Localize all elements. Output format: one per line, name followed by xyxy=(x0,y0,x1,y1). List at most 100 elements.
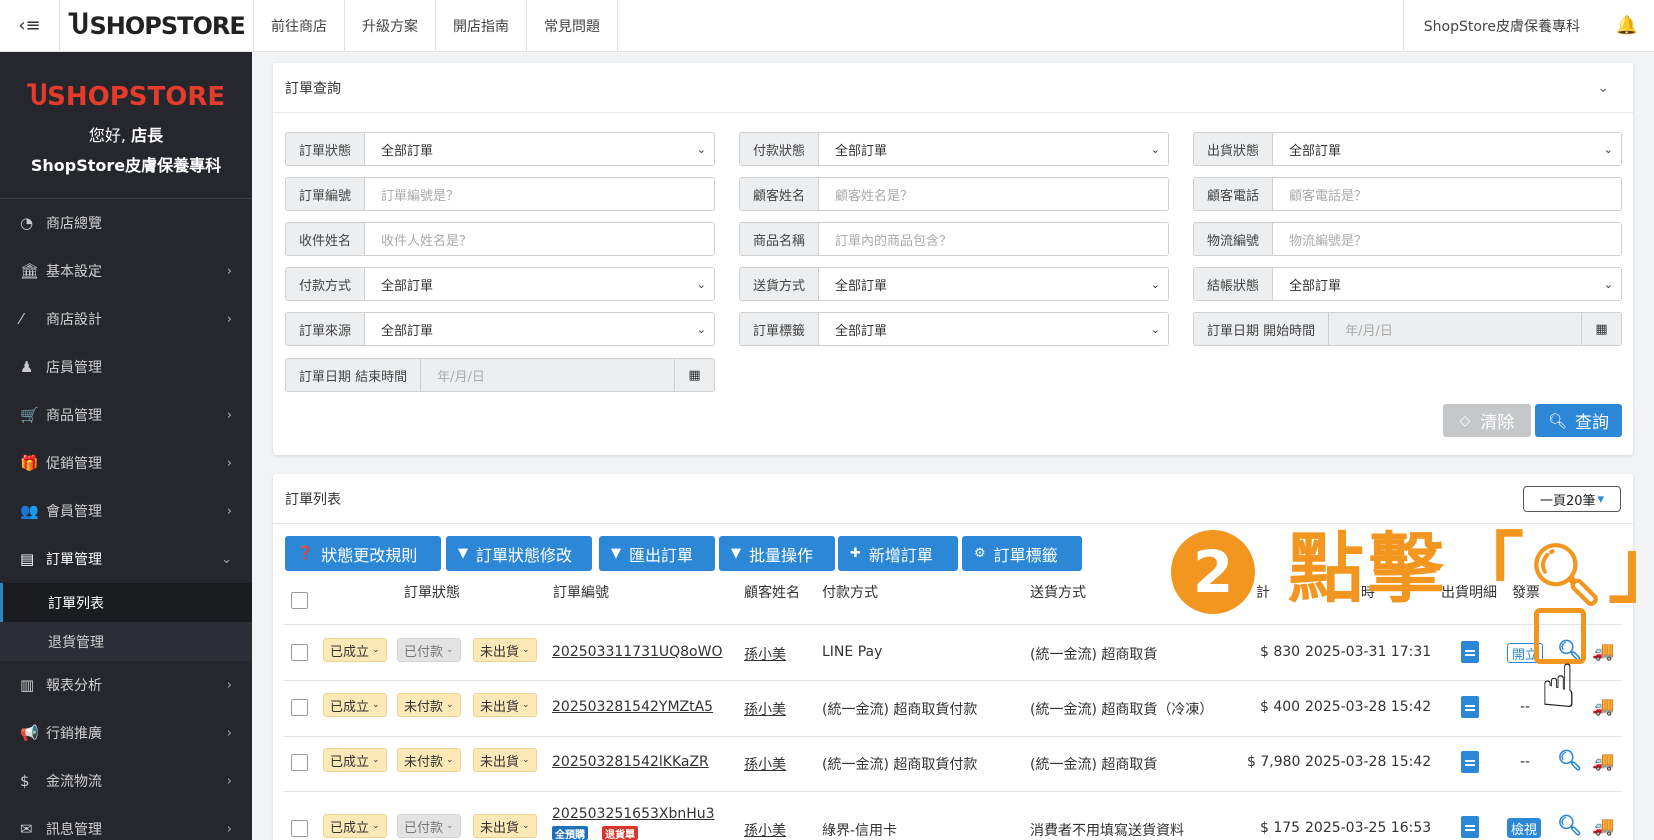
sidebar-subitem-order-list[interactable]: 訂單列表 xyxy=(0,583,252,622)
filter-order-status[interactable]: 訂單狀態 全部訂單 ⌄ xyxy=(285,132,715,166)
order-id-link[interactable]: 202503251653XbnHu3 xyxy=(552,806,715,822)
order-id-link[interactable]: 202503281542lKKaZR xyxy=(552,754,709,770)
customer-phone-input[interactable]: 顧客電話是？ xyxy=(1273,178,1621,210)
brand-logo[interactable]: Ⴎ SHOPSTORE xyxy=(60,0,254,52)
row-checkbox[interactable] xyxy=(291,754,308,771)
order-id-link[interactable]: 202503281542YMZtA5 xyxy=(552,699,713,715)
sidebar-item-members[interactable]: 👥 會員管理 › xyxy=(0,487,252,535)
nav-link-store[interactable]: 前往商店 xyxy=(254,0,345,52)
column-total[interactable]: 計 xyxy=(1256,582,1270,602)
clear-button[interactable]: ◇ 清除 xyxy=(1443,404,1531,437)
filter-order-date-start[interactable]: 訂單日期 開始時間 年/月/日 ▦ xyxy=(1193,312,1622,346)
sidebar-item-staff[interactable]: ♟ 店員管理 xyxy=(0,343,252,391)
status-tag-payment[interactable]: 未付款 ⌄ xyxy=(397,693,461,717)
order-tag-select[interactable]: 全部訂單 ⌄ xyxy=(819,313,1168,345)
document-icon[interactable] xyxy=(1461,641,1479,663)
customer-name-input[interactable]: 顧客姓名是？ xyxy=(819,178,1168,210)
sidebar-item-products[interactable]: 🛒 商品管理 › xyxy=(0,391,252,439)
bell-icon[interactable]: 🔔 xyxy=(1600,0,1654,52)
query-button[interactable]: 🔍︎ 查詢 xyxy=(1535,404,1622,437)
sidebar-item-promotions[interactable]: 🎁 促銷管理 › xyxy=(0,439,252,487)
view-order-search-icon[interactable]: 🔍︎ xyxy=(1557,748,1582,772)
filter-customer-name[interactable]: 顧客姓名 顧客姓名是？ xyxy=(739,177,1169,211)
filter-product-name[interactable]: 商品名稱 訂單內的商品包含？ xyxy=(739,222,1169,256)
calendar-icon[interactable]: ▦ xyxy=(674,359,714,391)
calendar-icon[interactable]: ▦ xyxy=(1581,313,1621,345)
nav-link-guide[interactable]: 開店指南 xyxy=(436,0,527,52)
truck-icon[interactable]: 🚚 xyxy=(1592,816,1614,837)
order-tags-button[interactable]: ⚙ 訂單標籤 xyxy=(962,536,1082,571)
column-order-id[interactable]: 訂單編號 xyxy=(553,582,609,602)
sidebar-item-reports[interactable]: ▥ 報表分析 › xyxy=(0,661,252,709)
payment-status-select[interactable]: 全部訂單 ⌄ xyxy=(819,133,1168,165)
checkout-status-select[interactable]: 全部訂單 ⌄ xyxy=(1273,268,1621,300)
status-tag-order[interactable]: 已成立 ⌄ xyxy=(323,748,387,772)
store-name-menu[interactable]: ShopStore皮膚保養專科 xyxy=(1402,0,1600,52)
sidebar-item-orders[interactable]: ▤ 訂單管理 ⌄ xyxy=(0,535,252,583)
filter-logistics-id[interactable]: 物流編號 物流編號是？ xyxy=(1193,222,1622,256)
status-tag-payment[interactable]: 未付款 ⌄ xyxy=(397,748,461,772)
nav-link-upgrade[interactable]: 升級方案 xyxy=(345,0,436,52)
sidebar-item-messages[interactable]: ✉ 訊息管理 › xyxy=(0,805,252,840)
order-status-select[interactable]: 全部訂單 ⌄ xyxy=(365,133,714,165)
customer-link[interactable]: 孫小美 xyxy=(744,820,786,840)
select-all-checkbox[interactable] xyxy=(291,592,308,609)
column-shipping-method[interactable]: 送貨方式 xyxy=(1030,582,1086,602)
status-tag-shipping[interactable]: 未出貨 ⌄ xyxy=(473,748,537,772)
row-checkbox[interactable] xyxy=(291,644,308,661)
customer-link[interactable]: 孫小美 xyxy=(744,644,786,664)
edit-order-status-button[interactable]: ▼ 訂單狀態修改 xyxy=(446,536,592,571)
payment-method-select[interactable]: 全部訂單 ⌄ xyxy=(365,268,714,300)
filter-order-tag[interactable]: 訂單標籤 全部訂單 ⌄ xyxy=(739,312,1169,346)
row-checkbox[interactable] xyxy=(291,699,308,716)
logistics-id-input[interactable]: 物流編號是？ xyxy=(1273,223,1621,255)
sidebar-item-basic-settings[interactable]: 🏛 基本設定 › xyxy=(0,247,252,295)
status-tag-order[interactable]: 已成立 ⌄ xyxy=(323,693,387,717)
product-name-input[interactable]: 訂單內的商品包含？ xyxy=(819,223,1168,255)
status-tag-order[interactable]: 已成立 ⌄ xyxy=(323,814,387,838)
document-icon[interactable] xyxy=(1461,816,1479,838)
filter-payment-status[interactable]: 付款狀態 全部訂單 ⌄ xyxy=(739,132,1169,166)
filter-shipping-method[interactable]: 送貨方式 全部訂單 ⌄ xyxy=(739,267,1169,301)
document-icon[interactable] xyxy=(1461,696,1479,718)
column-order-status[interactable]: 訂單狀態 xyxy=(404,582,460,602)
column-payment-method[interactable]: 付款方式 xyxy=(822,582,878,602)
shipping-status-select[interactable]: 全部訂單 ⌄ xyxy=(1273,133,1621,165)
order-id-input[interactable]: 訂單編號是？ xyxy=(365,178,714,210)
filter-recipient-name[interactable]: 收件姓名 收件人姓名是？ xyxy=(285,222,715,256)
filter-shipping-status[interactable]: 出貨狀態 全部訂單 ⌄ xyxy=(1193,132,1622,166)
filter-customer-phone[interactable]: 顧客電話 顧客電話是？ xyxy=(1193,177,1622,211)
start-date-input[interactable]: 年/月/日 xyxy=(1329,313,1581,345)
row-checkbox[interactable] xyxy=(291,820,308,837)
column-customer-name[interactable]: 顧客姓名 xyxy=(744,582,800,602)
customer-link[interactable]: 孫小美 xyxy=(744,699,786,719)
bulk-actions-button[interactable]: ▼ 批量操作 xyxy=(719,536,835,571)
recipient-name-input[interactable]: 收件人姓名是？ xyxy=(365,223,714,255)
truck-icon[interactable]: 🚚 xyxy=(1592,696,1614,717)
end-date-input[interactable]: 年/月/日 xyxy=(421,359,674,391)
status-tag-shipping[interactable]: 未出貨 ⌄ xyxy=(473,693,537,717)
status-tag-payment[interactable]: 已付款 ⌄ xyxy=(397,814,461,838)
order-id-link[interactable]: 202503311731UQ8oWO xyxy=(552,644,723,660)
chevron-down-icon[interactable]: ⌄ xyxy=(1597,80,1621,96)
truck-icon[interactable]: 🚚 xyxy=(1592,641,1614,662)
export-orders-button[interactable]: ▼ 匯出訂單 xyxy=(599,536,715,571)
filter-checkout-status[interactable]: 結帳狀態 全部訂單 ⌄ xyxy=(1193,267,1622,301)
status-tag-payment[interactable]: 已付款 ⌄ xyxy=(397,638,461,662)
sidebar-item-marketing[interactable]: 📢 行銷推廣 › xyxy=(0,709,252,757)
status-tag-shipping[interactable]: 未出貨 ⌄ xyxy=(473,638,537,662)
sidebar-item-store-design[interactable]: ⁄ 商店設計 › xyxy=(0,295,252,343)
sidebar-toggle-button[interactable]: ‹≡ xyxy=(0,0,60,52)
shipping-method-select[interactable]: 全部訂單 ⌄ xyxy=(819,268,1168,300)
order-source-select[interactable]: 全部訂單 ⌄ xyxy=(365,313,714,345)
sidebar-subitem-returns[interactable]: 退貨管理 xyxy=(0,622,252,661)
add-order-button[interactable]: ✚ 新增訂單 xyxy=(838,536,958,571)
sidebar-item-payment-logistics[interactable]: $ 金流物流 › xyxy=(0,757,252,805)
per-page-select[interactable]: 一頁20筆 ▾ xyxy=(1523,486,1621,512)
sidebar-item-overview[interactable]: ◔ 商店總覽 xyxy=(0,199,252,247)
customer-link[interactable]: 孫小美 xyxy=(744,754,786,774)
document-icon[interactable] xyxy=(1461,751,1479,773)
truck-icon[interactable]: 🚚 xyxy=(1592,751,1614,772)
filter-payment-method[interactable]: 付款方式 全部訂單 ⌄ xyxy=(285,267,715,301)
invoice-view-button[interactable]: 檢視 xyxy=(1507,818,1542,838)
